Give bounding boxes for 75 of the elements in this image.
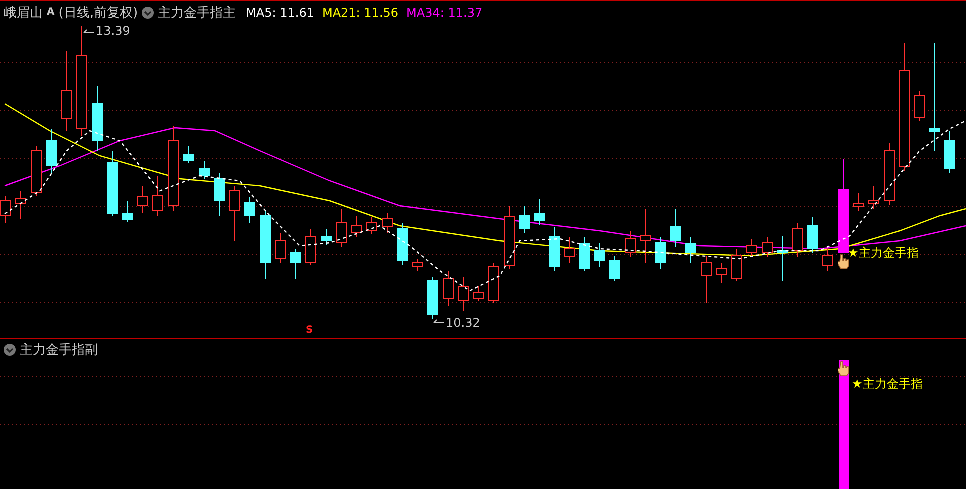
moving-average-value: MA21: 11.56	[322, 7, 399, 19]
candlestick	[884, 142, 896, 206]
hand-cursor-icon	[838, 361, 850, 376]
candlestick	[868, 186, 880, 210]
candlestick	[944, 130, 956, 174]
candlestick	[428, 276, 438, 320]
indicator-name: 主力金手指主	[158, 6, 236, 20]
candlestick	[200, 160, 210, 180]
candlestick	[640, 208, 652, 264]
indicator-name: 主力金手指副	[20, 344, 98, 356]
signal-label: ★主力金手指	[852, 378, 923, 390]
candlestick	[670, 208, 682, 248]
chevron-down-icon[interactable]	[142, 7, 154, 19]
candlestick	[322, 228, 332, 246]
moving-average-value: MA34: 11.37	[406, 7, 483, 19]
candlestick	[550, 226, 560, 272]
candlestick	[260, 210, 272, 280]
candlestick	[122, 200, 134, 222]
candlestick	[474, 286, 484, 302]
candlestick	[520, 206, 530, 234]
candlestick	[656, 236, 666, 270]
candlestick	[382, 212, 394, 234]
candlestick	[92, 86, 104, 152]
candlestick	[716, 262, 728, 284]
candlestick	[580, 236, 590, 272]
candlestick	[336, 208, 348, 248]
candlestick	[686, 236, 696, 264]
candlestick	[230, 186, 240, 242]
low-price-label: 10.32	[446, 317, 480, 329]
candlestick	[184, 146, 194, 164]
candlestick	[152, 176, 164, 216]
stock-tag: A	[47, 8, 55, 18]
candlestick	[290, 248, 302, 280]
candlestick	[32, 146, 42, 196]
leader-line	[84, 30, 94, 34]
stock-name: 峨眉山	[4, 6, 43, 20]
candlestick	[488, 262, 500, 304]
candlestick	[732, 248, 742, 282]
sell-signal-mark: S	[306, 326, 314, 336]
candlestick	[46, 128, 58, 174]
candlestick	[306, 228, 316, 266]
period-label: (日线,前复权)	[58, 6, 138, 20]
candlestick	[626, 230, 636, 258]
candlestick	[444, 270, 454, 306]
candlestick	[366, 216, 378, 234]
candlestick	[822, 248, 834, 272]
candlestick	[594, 242, 606, 268]
candlestick	[504, 206, 516, 270]
candlestick	[458, 276, 470, 312]
candlestick	[276, 232, 286, 264]
candlestick	[412, 258, 424, 272]
chevron-down-icon[interactable]	[4, 344, 16, 356]
candlestick	[778, 236, 788, 282]
candlestick	[214, 172, 226, 216]
candlestick	[702, 256, 712, 304]
candlestick	[854, 192, 864, 212]
candlestick	[534, 198, 546, 226]
candlestick	[564, 236, 576, 264]
candlestick	[138, 186, 148, 214]
candlestick	[914, 90, 926, 122]
high-price-label: 13.39	[96, 25, 130, 37]
candlestick	[762, 236, 774, 258]
candlestick	[352, 216, 362, 238]
candlestick	[398, 222, 408, 266]
candlestick	[792, 222, 804, 258]
candlestick	[808, 216, 818, 254]
candlestick	[108, 150, 118, 216]
candlestick	[610, 256, 620, 282]
signal-label: ★主力金手指	[848, 247, 919, 259]
moving-average-value: MA5: 11.61	[246, 7, 314, 19]
candlestick	[746, 238, 758, 258]
candlestick	[244, 196, 256, 224]
candlestick	[16, 190, 26, 220]
leader-line	[434, 320, 444, 324]
hand-cursor-icon	[838, 254, 850, 269]
